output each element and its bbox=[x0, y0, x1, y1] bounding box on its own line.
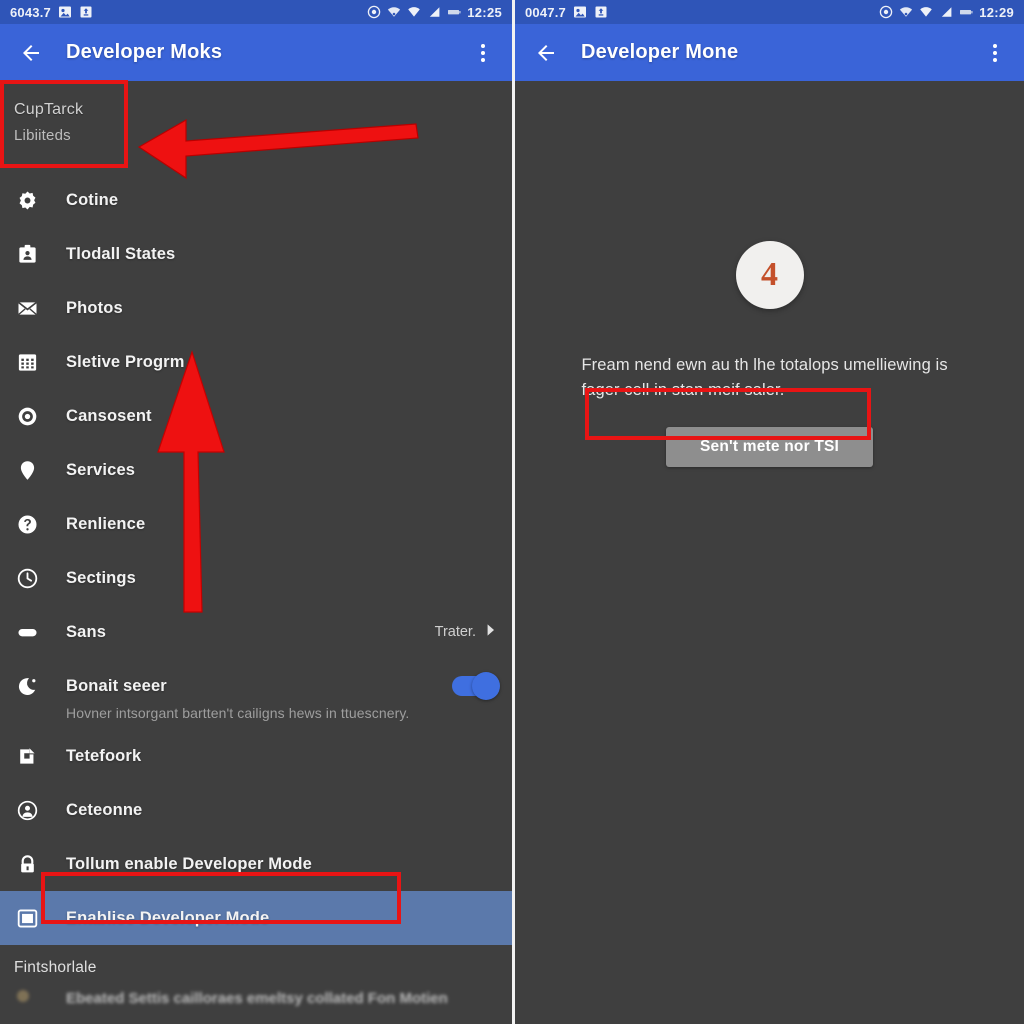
list-item[interactable]: Cansosent bbox=[0, 389, 512, 443]
update-icon bbox=[79, 5, 93, 19]
wifi-icon bbox=[899, 5, 913, 19]
account-name: CupTarck bbox=[14, 101, 84, 118]
gear-icon bbox=[14, 187, 40, 213]
list-item-label: Renlience bbox=[66, 514, 146, 533]
list-item[interactable]: Tollum enable Developer Mode bbox=[0, 837, 512, 891]
right-phone-screen: 0047.7 12:29 Developer Mone 4 Fream nend… bbox=[512, 0, 1024, 1024]
battery-icon bbox=[959, 5, 973, 19]
sidebar-item-enable-developer-mode[interactable]: Enablise Developer Mode bbox=[0, 891, 512, 945]
page-title: Developer Moks bbox=[66, 41, 223, 63]
list-item[interactable]: Ceteonne bbox=[0, 783, 512, 837]
list-item-label: Tetefoork bbox=[66, 746, 142, 765]
list-item[interactable]: Renlience bbox=[0, 497, 512, 551]
signal-icon bbox=[407, 5, 421, 19]
status-bar-left: 6043.7 bbox=[10, 5, 93, 20]
grid-icon bbox=[14, 349, 40, 375]
section-header: Fintshorlale bbox=[14, 959, 97, 976]
left-settings-list: CupTarck Libiiteds Cotine Tlodall States bbox=[0, 81, 512, 1024]
chevron-right-icon bbox=[484, 623, 498, 641]
account-icon bbox=[14, 797, 40, 823]
night-mode-toggle[interactable] bbox=[452, 672, 500, 700]
list-item[interactable]: Ebeated Settis cailloraes emeltsy collat… bbox=[0, 983, 512, 1013]
left-app-bar: Developer Moks bbox=[0, 24, 512, 81]
list-item-label: Bonait seeer bbox=[66, 676, 167, 695]
screenshot-root: 6043.7 12:25 Developer Moks CupTarck Lib… bbox=[0, 0, 1024, 1024]
status-bar-carrier-text: 6043.7 bbox=[10, 4, 51, 20]
status-bar-left: 0047.7 bbox=[525, 5, 608, 20]
clock-icon bbox=[14, 565, 40, 591]
list-item-label: Photos bbox=[66, 298, 123, 317]
do-not-disturb-icon bbox=[879, 5, 893, 19]
status-bar-right: 12:29 bbox=[879, 5, 1014, 20]
pin-icon bbox=[14, 457, 40, 483]
list-item-label: Tlodall States bbox=[66, 244, 176, 263]
photo-icon bbox=[58, 5, 72, 19]
list-item[interactable]: Tlodall States bbox=[0, 227, 512, 281]
list-item-trailing-value: Trater. bbox=[434, 624, 476, 640]
right-content: 4 Fream nend ewn au th lhe totalops umel… bbox=[515, 81, 1024, 1024]
status-bar-clock: 12:25 bbox=[467, 4, 502, 20]
status-bar-clock: 12:29 bbox=[979, 4, 1014, 20]
update-icon bbox=[594, 5, 608, 19]
right-status-bar: 0047.7 12:29 bbox=[515, 0, 1024, 24]
list-item-label: Services bbox=[66, 460, 136, 479]
list-item-label: Cansosent bbox=[66, 406, 152, 425]
list-item-label: Tollum enable Developer Mode bbox=[66, 854, 312, 873]
list-item-label: Ceteonne bbox=[66, 800, 143, 819]
list-item-label: Enablise Developer Mode bbox=[66, 908, 270, 927]
list-item[interactable]: Sectings bbox=[0, 551, 512, 605]
list-item-trailing[interactable] bbox=[452, 672, 500, 700]
page-title: Developer Mone bbox=[581, 41, 739, 63]
list-item[interactable]: Services bbox=[0, 443, 512, 497]
right-app-bar: Developer Mone bbox=[515, 24, 1024, 81]
status-bar-carrier-text: 0047.7 bbox=[525, 4, 566, 20]
list-item-label: Cotine bbox=[66, 190, 119, 209]
list-item-subtext: Hovner intsorgant bartten't cailigns hew… bbox=[66, 705, 410, 721]
back-arrow-icon[interactable] bbox=[14, 36, 48, 70]
cell-icon bbox=[939, 5, 953, 19]
warning-badge-icon: 4 bbox=[735, 241, 804, 309]
do-not-disturb-icon bbox=[367, 5, 381, 19]
list-item-label: Ebeated Settis cailloraes emeltsy collat… bbox=[66, 989, 448, 1007]
account-header[interactable]: CupTarck Libiiteds bbox=[0, 81, 512, 173]
badge-icon bbox=[14, 241, 40, 267]
dialog-actions: Sen't mete nor TSI bbox=[582, 417, 958, 477]
status-bar-right: 12:25 bbox=[367, 5, 502, 20]
mail-icon bbox=[14, 295, 40, 321]
lock-icon bbox=[14, 851, 40, 877]
left-status-bar: 6043.7 12:25 bbox=[0, 0, 512, 24]
list-item[interactable]: Cotine bbox=[0, 173, 512, 227]
overflow-menu-icon[interactable] bbox=[468, 36, 498, 70]
target-icon bbox=[14, 403, 40, 429]
dialog-primary-button[interactable]: Sen't mete nor TSI bbox=[665, 427, 874, 467]
moon-icon bbox=[14, 673, 40, 699]
list-item[interactable]: Sans Trater. bbox=[0, 605, 512, 659]
warning-badge-glyph: 4 bbox=[761, 256, 778, 293]
list-item[interactable]: Tetefoork bbox=[0, 729, 512, 783]
list-item[interactable]: Sletive Progrm bbox=[0, 335, 512, 389]
signal-icon bbox=[919, 5, 933, 19]
list-item-label: Sectings bbox=[66, 568, 136, 587]
left-phone-screen: 6043.7 12:25 Developer Moks CupTarck Lib… bbox=[0, 0, 512, 1024]
battery-icon bbox=[447, 5, 461, 19]
account-email: Libiiteds bbox=[14, 127, 71, 144]
dialog-message: Fream nend ewn au th lhe totalops umelli… bbox=[581, 356, 948, 399]
logout-icon bbox=[14, 743, 40, 769]
back-arrow-icon[interactable] bbox=[529, 36, 563, 70]
list-item[interactable]: Photos bbox=[0, 281, 512, 335]
photo-icon bbox=[573, 5, 587, 19]
help-icon bbox=[14, 511, 40, 537]
list-item-trailing[interactable]: Trater. bbox=[435, 623, 498, 641]
pill-icon bbox=[14, 619, 40, 645]
cell-icon bbox=[427, 5, 441, 19]
window-icon bbox=[14, 905, 40, 931]
placeholder-icon bbox=[14, 987, 38, 1009]
overflow-menu-icon[interactable] bbox=[980, 36, 1010, 70]
list-item-label: Sletive Progrm bbox=[66, 352, 185, 371]
wifi-icon bbox=[387, 5, 401, 19]
list-item-label: Sans bbox=[66, 622, 107, 641]
